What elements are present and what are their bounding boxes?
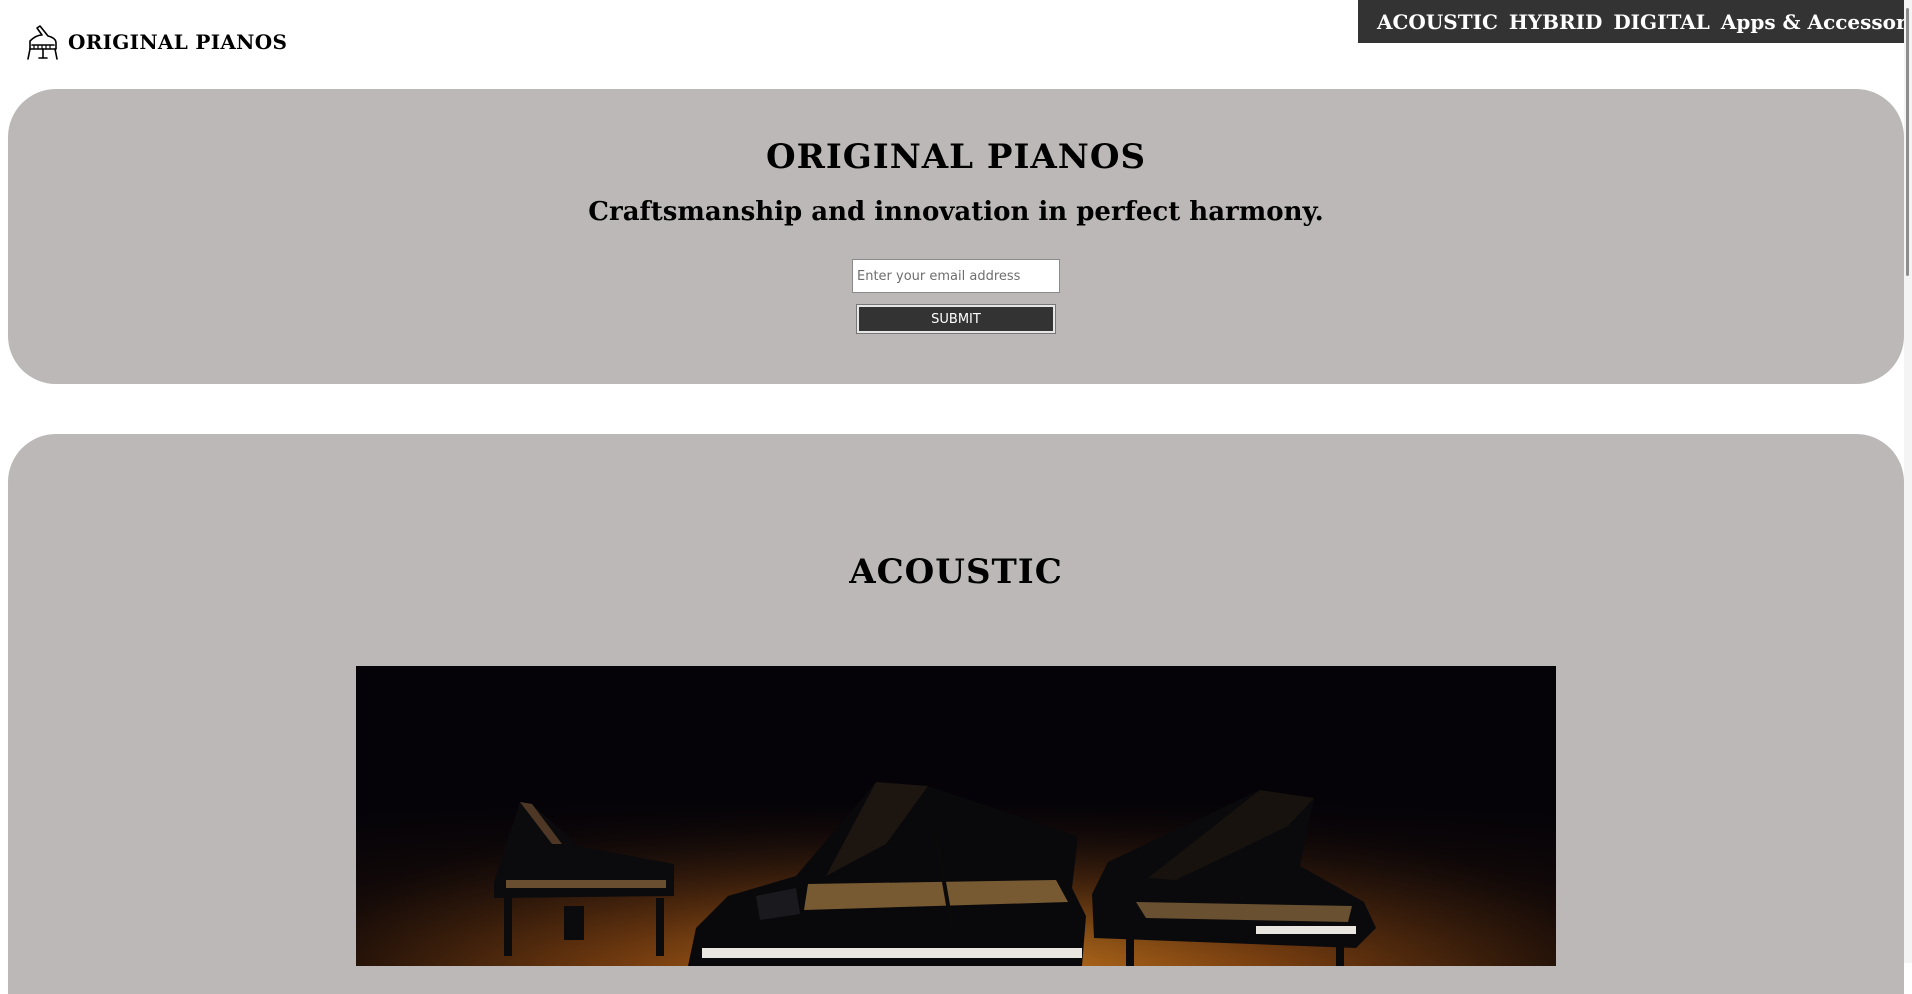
nav-apps-accessories[interactable]: Apps & Accessories <box>1721 10 1912 34</box>
acoustic-section: ACOUSTIC <box>8 434 1904 994</box>
hero-title: ORIGINAL PIANOS <box>765 137 1147 177</box>
hero-panel: ORIGINAL PIANOS Craftsmanship and innova… <box>8 89 1904 384</box>
page-scrollbar[interactable] <box>1904 0 1912 963</box>
brand-name: ORIGINAL PIANOS <box>68 30 288 54</box>
brand-logo[interactable]: ORIGINAL PIANOS <box>26 22 287 62</box>
three-grand-pianos-photo <box>356 666 1556 966</box>
nav-digital[interactable]: DIGITAL <box>1613 10 1710 34</box>
nav-hybrid[interactable]: HYBRID <box>1509 10 1602 34</box>
nav-acoustic[interactable]: ACOUSTIC <box>1377 10 1498 34</box>
scrollbar-thumb[interactable] <box>1906 8 1909 276</box>
email-field[interactable] <box>852 259 1060 293</box>
hero-tagline: Craftsmanship and innovation in perfect … <box>588 197 1324 227</box>
grand-piano-icon <box>27 25 58 60</box>
submit-button[interactable]: SUBMIT <box>856 304 1056 334</box>
acoustic-heading: ACOUSTIC <box>849 552 1063 592</box>
top-navigation: ACOUSTIC HYBRID DIGITAL Apps & Accessori… <box>1358 0 1912 43</box>
